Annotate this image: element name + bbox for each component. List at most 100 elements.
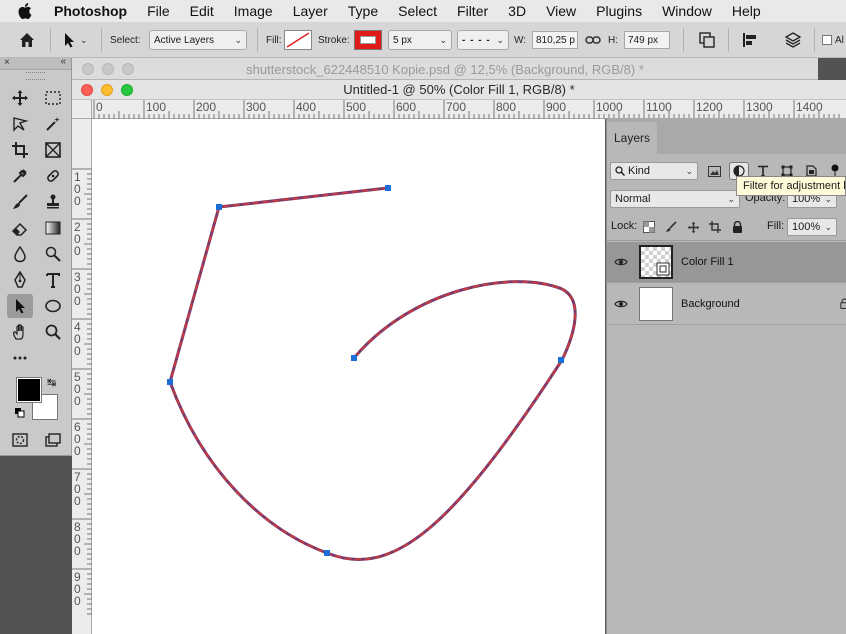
frame-tool-icon[interactable] xyxy=(40,138,66,162)
dodge-tool-icon[interactable] xyxy=(40,242,66,266)
tool-preset-picker[interactable]: ⌄ xyxy=(62,22,88,58)
anchor-point[interactable] xyxy=(385,185,391,191)
home-icon[interactable] xyxy=(18,22,36,58)
fill-opacity-field[interactable]: 100% ⌄ xyxy=(787,218,837,236)
layer-thumbnail[interactable] xyxy=(639,287,673,321)
height-field[interactable]: 749 px xyxy=(624,31,670,49)
lasso-tool-icon[interactable] xyxy=(7,112,33,136)
menu-window[interactable]: Window xyxy=(652,0,722,22)
layer-row-color-fill-1[interactable]: Color Fill 1 xyxy=(607,242,846,283)
eye-icon[interactable] xyxy=(607,257,635,267)
divider xyxy=(50,28,51,52)
lock-artboard-icon[interactable] xyxy=(707,218,723,236)
type-tool-icon[interactable] xyxy=(40,268,66,292)
ruler-label: 300 xyxy=(74,270,81,308)
kind-filter-dropdown[interactable]: Kind ⌄ xyxy=(610,162,698,180)
vector-path[interactable] xyxy=(168,186,577,561)
fill-swatch[interactable] xyxy=(284,30,312,50)
collapse-icon[interactable]: « xyxy=(60,56,66,67)
path-alignment-icon[interactable] xyxy=(742,22,758,58)
menu-file[interactable]: File xyxy=(137,0,180,22)
zoom-tool-icon[interactable] xyxy=(40,320,66,344)
path-selection-tool-icon[interactable] xyxy=(7,294,33,318)
hand-tool-icon[interactable] xyxy=(7,320,33,344)
menu-layer[interactable]: Layer xyxy=(283,0,338,22)
layer-name[interactable]: Background xyxy=(681,298,740,310)
gradient-tool-icon[interactable] xyxy=(40,216,66,240)
align-edges-checkbox[interactable]: Al xyxy=(822,22,844,58)
crop-tool-icon[interactable] xyxy=(7,138,33,162)
select-dropdown[interactable]: Active Layers ⌄ xyxy=(149,30,247,50)
width-field[interactable]: 810,25 p xyxy=(532,31,578,49)
ruler-label: 500 xyxy=(346,100,366,114)
screen-mode-icon[interactable] xyxy=(40,428,66,452)
blend-mode-dropdown[interactable]: Normal ⌄ xyxy=(610,190,740,208)
menu-view[interactable]: View xyxy=(536,0,586,22)
stroke-type-dropdown[interactable]: - - - - ⌄ xyxy=(457,30,509,50)
brush-tool-icon[interactable] xyxy=(7,190,33,214)
layer-row-background[interactable]: Background xyxy=(607,284,846,325)
foreground-color-swatch[interactable] xyxy=(16,377,42,403)
menu-edit[interactable]: Edit xyxy=(180,0,224,22)
layer-thumbnail[interactable] xyxy=(639,245,673,279)
default-colors-icon[interactable] xyxy=(15,408,25,418)
height-label: H: xyxy=(608,34,618,46)
ruler-origin[interactable] xyxy=(72,100,92,119)
stroke-width-field[interactable]: 5 px ⌄ xyxy=(388,30,452,50)
path-operations-icon[interactable] xyxy=(698,22,716,58)
healing-brush-tool-icon[interactable] xyxy=(40,164,66,188)
ruler-label: 0 xyxy=(96,100,103,114)
eyedropper-tool-icon[interactable] xyxy=(7,164,33,188)
magic-wand-tool-icon[interactable] xyxy=(40,112,66,136)
layer-name[interactable]: Color Fill 1 xyxy=(681,256,734,268)
anchor-point[interactable] xyxy=(324,550,330,556)
vertical-ruler[interactable]: 100 200 300 400 500 600 700 800 900 xyxy=(72,119,92,634)
menu-plugins[interactable]: Plugins xyxy=(586,0,652,22)
move-tool-icon[interactable] xyxy=(7,86,33,110)
path-arrangement-icon[interactable] xyxy=(784,22,802,58)
anchor-point[interactable] xyxy=(216,204,222,210)
chevron-down-icon: ⌄ xyxy=(439,34,447,45)
stroke-label: Stroke: xyxy=(318,34,350,46)
menu-image[interactable]: Image xyxy=(224,0,283,22)
stroke-width-value: 5 px xyxy=(393,34,412,46)
lock-image-pixels-icon[interactable] xyxy=(663,218,679,236)
vector-path-stroke xyxy=(169,187,576,561)
menu-select[interactable]: Select xyxy=(388,0,447,22)
menu-filter[interactable]: Filter xyxy=(447,0,498,22)
lock-all-icon[interactable] xyxy=(729,218,745,236)
close-icon[interactable]: × xyxy=(4,57,10,68)
link-icon[interactable] xyxy=(585,22,601,58)
vector-mask-icon xyxy=(656,262,670,276)
pen-tool-icon[interactable] xyxy=(7,268,33,292)
background-document-tab[interactable]: shutterstock_622448510 Kopie.psd @ 12,5%… xyxy=(72,58,818,80)
tab-layers[interactable]: Layers xyxy=(607,122,657,154)
menu-3d[interactable]: 3D xyxy=(498,0,536,22)
menu-type[interactable]: Type xyxy=(338,0,388,22)
eye-icon[interactable] xyxy=(607,299,635,309)
more-tools-icon[interactable] xyxy=(7,346,33,370)
panel-grip[interactable] xyxy=(26,72,45,80)
ellipse-tool-icon[interactable] xyxy=(40,294,66,318)
marquee-tool-icon[interactable] xyxy=(40,86,66,110)
swap-colors-icon[interactable]: ↹ xyxy=(47,376,56,389)
stroke-swatch[interactable] xyxy=(354,30,382,50)
blur-tool-icon[interactable] xyxy=(7,242,33,266)
anchor-point[interactable] xyxy=(351,355,357,361)
align-edges-label: Al xyxy=(835,34,844,46)
apple-icon[interactable] xyxy=(18,3,38,19)
lock-transparent-pixels-icon[interactable] xyxy=(641,218,657,236)
horizontal-ruler[interactable]: 0 100 200 300 400 500 600 700 800 900 1000 1100 1200… xyxy=(92,100,846,119)
anchor-point[interactable] xyxy=(558,357,564,363)
pixel-layer-filter-icon[interactable] xyxy=(706,162,722,180)
quick-mask-icon[interactable] xyxy=(7,428,33,452)
anchor-point[interactable] xyxy=(167,379,173,385)
stamp-tool-icon[interactable] xyxy=(40,190,66,214)
menu-app-photoshop[interactable]: Photoshop xyxy=(52,0,137,22)
document-title-bar[interactable]: Untitled-1 @ 50% (Color Fill 1, RGB/8) * xyxy=(72,80,846,100)
chevron-down-icon: ⌄ xyxy=(80,34,88,45)
lock-position-icon[interactable] xyxy=(685,218,701,236)
document-canvas[interactable] xyxy=(92,119,605,634)
menu-help[interactable]: Help xyxy=(722,0,771,22)
eraser-tool-icon[interactable] xyxy=(7,216,33,240)
